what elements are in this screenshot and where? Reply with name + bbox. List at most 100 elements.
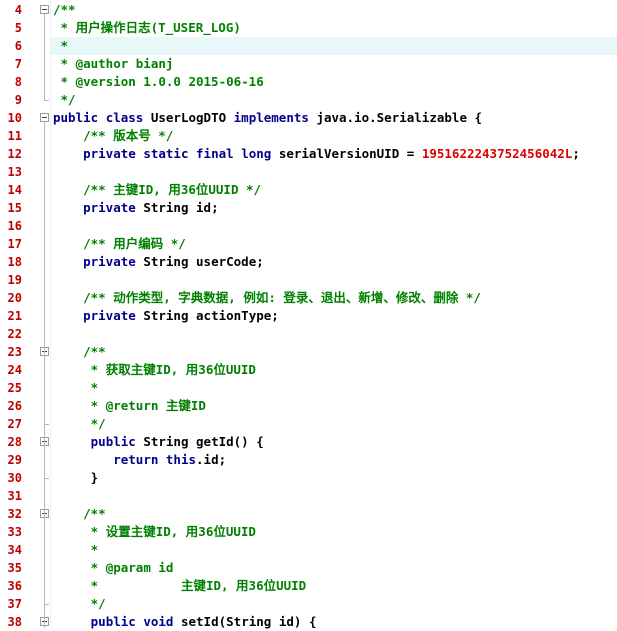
code-token: ; bbox=[572, 146, 580, 161]
code-line[interactable]: 36 * 主键ID, 用36位UUID bbox=[0, 577, 617, 595]
code-line[interactable]: 10 public class UserLogDTO implements jav… bbox=[0, 109, 617, 127]
code-token: /** bbox=[83, 344, 106, 359]
line-number: 5 bbox=[14, 21, 22, 35]
code-token: ) { bbox=[293, 614, 317, 629]
code-token: * @return 主键ID bbox=[90, 398, 206, 413]
code-line[interactable]: 16 bbox=[0, 217, 617, 235]
code-line[interactable]: 9 */ bbox=[0, 91, 617, 109]
code-token: /** 用户编码 */ bbox=[83, 236, 186, 251]
code-token: * 用户操作日志(T_USER_LOG) bbox=[53, 20, 241, 35]
code-token: } bbox=[53, 470, 99, 485]
code-text: /** bbox=[53, 1, 76, 19]
code-line[interactable]: 25 * bbox=[0, 379, 617, 397]
code-line[interactable]: 17 /** 用户编码 */ bbox=[0, 235, 617, 253]
line-number: 15 bbox=[7, 201, 22, 215]
code-text: * 设置主键ID, 用36位UUID bbox=[53, 523, 256, 541]
line-number: 19 bbox=[7, 273, 22, 287]
code-token: setId bbox=[180, 614, 219, 629]
code-line[interactable]: 38 public void setId(String id) { bbox=[0, 613, 617, 631]
code-token: 1951622243752456042L bbox=[421, 146, 573, 161]
code-line[interactable]: 13 bbox=[0, 163, 617, 181]
code-line[interactable]: 32 /** bbox=[0, 505, 617, 523]
code-token: * @author bianj bbox=[53, 56, 174, 71]
code-line[interactable]: 8 * @version 1.0.0 2015-06-16 bbox=[0, 73, 617, 91]
code-line[interactable]: 21 private String actionType; bbox=[0, 307, 617, 325]
code-token: long bbox=[241, 146, 272, 161]
code-token: { bbox=[466, 110, 483, 125]
code-token: UserLogDTO bbox=[150, 110, 227, 125]
code-token: ; bbox=[218, 452, 227, 467]
line-number: 32 bbox=[7, 507, 22, 521]
code-line[interactable]: 30 } bbox=[0, 469, 617, 487]
code-text: * @return 主键ID bbox=[53, 397, 206, 415]
code-text: */ bbox=[53, 595, 106, 613]
line-number: 20 bbox=[7, 291, 22, 305]
line-number: 11 bbox=[7, 129, 22, 143]
code-text: * @version 1.0.0 2015-06-16 bbox=[53, 73, 264, 91]
code-line[interactable]: 27 */ bbox=[0, 415, 617, 433]
code-line[interactable]: 11 /** 版本号 */ bbox=[0, 127, 617, 145]
code-line[interactable]: 22 bbox=[0, 325, 617, 343]
code-line[interactable]: 34 * bbox=[0, 541, 617, 559]
code-line[interactable]: 23 /** bbox=[0, 343, 617, 361]
line-number: 37 bbox=[7, 597, 22, 611]
code-line[interactable]: 35 * @param id bbox=[0, 559, 617, 577]
code-line[interactable]: 37 */ bbox=[0, 595, 617, 613]
code-line[interactable]: 20 /** 动作类型, 字典数据, 例如: 登录、退出、新增、修改、删除 */ bbox=[0, 289, 617, 307]
code-token: ; bbox=[256, 254, 264, 269]
line-number: 22 bbox=[7, 327, 22, 341]
code-token: * 获取主键ID, 用36位UUID bbox=[90, 362, 256, 377]
code-editor[interactable]: 4/** 5 * 用户操作日志(T_USER_LOG) 6 * 7 * @author… bbox=[0, 0, 617, 631]
line-number: 9 bbox=[14, 93, 22, 107]
line-number: 28 bbox=[7, 435, 22, 449]
code-token: */ bbox=[90, 416, 106, 431]
code-text: /** 用户编码 */ bbox=[53, 235, 186, 253]
code-token: private bbox=[83, 200, 136, 215]
line-number: 34 bbox=[7, 543, 22, 557]
fold-guide-line bbox=[44, 122, 45, 628]
code-text: } bbox=[53, 469, 99, 487]
code-text: /** 版本号 */ bbox=[53, 127, 173, 145]
code-line[interactable]: 6 * bbox=[0, 37, 617, 55]
code-line[interactable]: 12 private static final long serialVersi… bbox=[0, 145, 617, 163]
code-line[interactable]: 18 private String userCode; bbox=[0, 253, 617, 271]
code-token: ; bbox=[211, 200, 219, 215]
fold-collapse-icon[interactable] bbox=[40, 5, 49, 14]
line-number: 12 bbox=[7, 147, 22, 161]
code-text: private String id; bbox=[53, 199, 219, 217]
code-line[interactable]: 5 * 用户操作日志(T_USER_LOG) bbox=[0, 19, 617, 37]
code-line[interactable]: 19 bbox=[0, 271, 617, 289]
line-number: 16 bbox=[7, 219, 22, 233]
code-line[interactable]: 24 * 获取主键ID, 用36位UUID bbox=[0, 361, 617, 379]
code-line[interactable]: 28 public String getId() { bbox=[0, 433, 617, 451]
code-line[interactable]: 7 * @author bianj bbox=[0, 55, 617, 73]
code-token: /** 主键ID, 用36位UUID */ bbox=[83, 182, 262, 197]
fold-collapse-icon[interactable] bbox=[40, 113, 49, 122]
code-token: void bbox=[143, 614, 174, 629]
line-number: 25 bbox=[7, 381, 22, 395]
code-token: implements bbox=[233, 110, 309, 125]
code-token: serialVersionUID bbox=[278, 146, 400, 161]
code-line[interactable]: 15 private String id; bbox=[0, 199, 617, 217]
code-text: public void setId(String id) { bbox=[53, 613, 317, 631]
line-number: 35 bbox=[7, 561, 22, 575]
code-text: * bbox=[53, 379, 99, 397]
code-line[interactable]: 29 return this.id; bbox=[0, 451, 617, 469]
code-line[interactable]: 26 * @return 主键ID bbox=[0, 397, 617, 415]
code-line[interactable]: 31 bbox=[0, 487, 617, 505]
code-line[interactable]: 33 * 设置主键ID, 用36位UUID bbox=[0, 523, 617, 541]
code-line[interactable]: 14 /** 主键ID, 用36位UUID */ bbox=[0, 181, 617, 199]
code-token: * @param id bbox=[90, 560, 174, 575]
code-line[interactable]: 4 /** bbox=[0, 1, 617, 19]
